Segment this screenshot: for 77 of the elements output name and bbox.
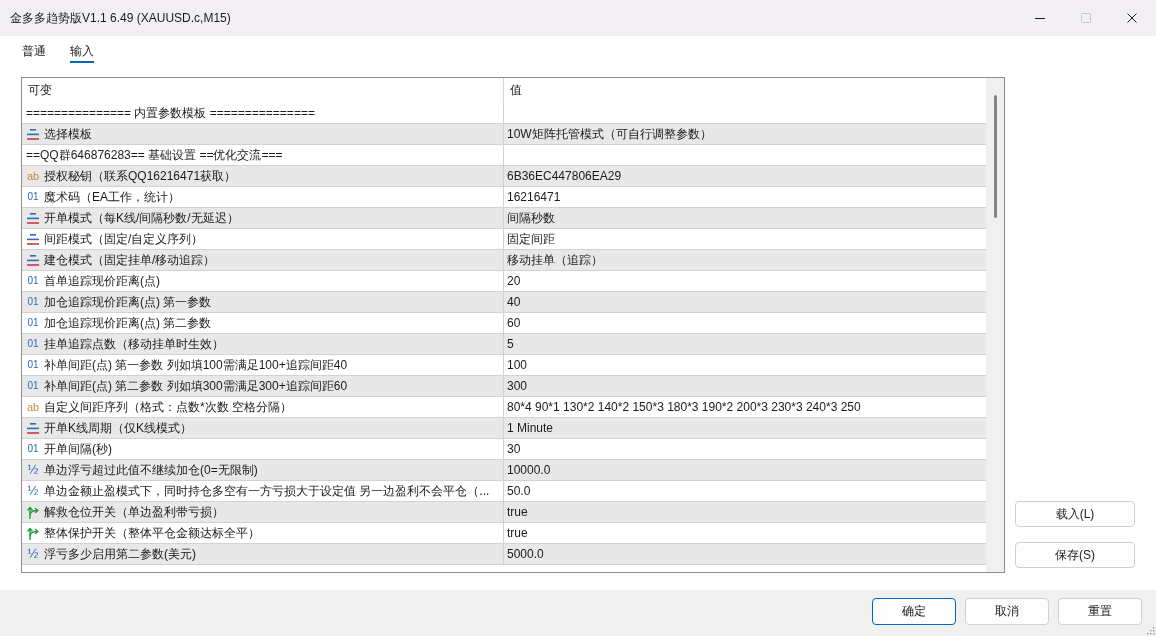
parameter-name: 开单模式（每K线/间隔秒数/无延迟） <box>44 211 239 225</box>
parameter-value: 10W矩阵托管模式（可自行调整参数） <box>507 127 712 141</box>
parameter-name: 加仓追踪现价距离(点) 第一参数 <box>44 295 212 309</box>
tab[interactable]: 普通 <box>22 36 46 63</box>
list-lines-icon <box>27 212 39 224</box>
parameter-value: 5000.0 <box>507 547 544 561</box>
parameter-name: 单边金额止盈模式下，同时持仓多空有一方亏损大于设定值 另一边盈利不会平仓（... <box>44 484 490 498</box>
side-button[interactable]: 保存(S) <box>1015 542 1135 568</box>
parameter-value: 固定间距 <box>507 232 555 246</box>
parameter-name: 自定义间距序列（格式：点数*次数 空格分隔） <box>44 400 292 414</box>
type-glyph: 01 <box>27 380 39 392</box>
type-glyph: ab <box>27 170 39 182</box>
parameter-value: 100 <box>507 358 528 372</box>
parameter-value: true <box>507 526 528 540</box>
type-glyph: ½ <box>27 548 39 560</box>
parameter-value: 40 <box>507 295 521 309</box>
column-header: 值 <box>510 83 522 98</box>
section-heading: ==QQ群646876283== 基础设置 ==优化交流=== <box>26 148 283 162</box>
parameter-name: 补单间距(点) 第二参数 列如填300需满足300+追踪间距60 <box>44 379 348 393</box>
window-title: 金多多趋势版V1.1 6.49 (XAUUSD.c,M15) <box>10 10 231 26</box>
parameter-value: true <box>507 505 528 519</box>
parameter-name: 解救仓位开关（单边盈利带亏损） <box>44 505 224 519</box>
section-heading: =============== 内置参数模板 =============== <box>26 106 315 120</box>
scrollbar-thumb[interactable] <box>993 95 997 218</box>
list-lines-icon <box>27 422 39 434</box>
type-glyph: 01 <box>27 443 39 455</box>
parameter-value: 20 <box>507 274 521 288</box>
minimize-icon[interactable] <box>1035 17 1045 19</box>
tab[interactable]: 输入 <box>70 36 94 63</box>
resize-grip-icon[interactable] <box>1146 626 1155 635</box>
parameter-name: 加仓追踪现价距离(点) 第二参数 <box>44 316 212 330</box>
parameter-name: 整体保护开关（整体平仓金额达标全平） <box>44 526 260 540</box>
parameter-name: 选择模板 <box>44 127 92 141</box>
type-glyph: ½ <box>27 464 39 476</box>
list-lines-icon <box>27 254 39 266</box>
type-glyph: ab <box>27 401 39 413</box>
parameter-value: 5 <box>507 337 514 351</box>
parameter-value: 60 <box>507 316 521 330</box>
parameter-value: 16216471 <box>507 190 561 204</box>
side-button[interactable]: 载入(L) <box>1015 501 1135 527</box>
parameter-value: 6B36EC447806EA29 <box>507 169 622 183</box>
dialog-button[interactable]: 取消 <box>965 598 1049 625</box>
parameter-value: 50.0 <box>507 484 531 498</box>
parameter-value: 80*4 90*1 130*2 140*2 150*3 180*3 190*2 200*3 230*3 240*3 250 <box>507 400 861 414</box>
dialog-button[interactable]: 确定 <box>872 598 956 625</box>
parameter-name: 授权秘钥（联系QQ16216471获取） <box>44 169 237 183</box>
scrollbar[interactable] <box>986 78 1004 572</box>
parameter-value: 10000.0 <box>507 463 551 477</box>
parameter-name: 开单K线周期（仅K线模式） <box>44 421 192 435</box>
dialog-button[interactable]: 重置 <box>1058 598 1142 625</box>
type-glyph: ½ <box>27 485 39 497</box>
type-glyph: 01 <box>27 338 39 350</box>
list-lines-icon <box>27 233 39 245</box>
parameter-name: 建仓模式（固定挂单/移动追踪） <box>44 253 216 267</box>
parameter-value: 30 <box>507 442 521 456</box>
type-glyph: 01 <box>27 317 39 329</box>
type-glyph: 01 <box>27 275 39 287</box>
branch-arrow-icon <box>27 505 39 519</box>
parameter-name: 魔术码（EA工作，统计） <box>44 190 180 204</box>
parameter-name: 开单间隔(秒) <box>44 442 112 456</box>
parameter-name: 首单追踪现价距离(点) <box>44 274 160 288</box>
column-header: 可变 <box>28 83 52 98</box>
type-glyph: 01 <box>27 296 39 308</box>
list-lines-icon <box>27 128 39 140</box>
parameter-name: 单边浮亏超过此值不继续加仓(0=无限制) <box>44 463 258 477</box>
type-glyph: 01 <box>27 359 39 371</box>
type-glyph: 01 <box>27 191 39 203</box>
parameter-value: 1 Minute <box>507 421 554 435</box>
parameter-value: 间隔秒数 <box>507 211 555 225</box>
parameter-name: 间距模式（固定/自定义序列） <box>44 232 204 246</box>
parameter-name: 浮亏多少启用第二参数(美元) <box>44 547 196 561</box>
parameter-value: 300 <box>507 379 528 393</box>
branch-arrow-icon <box>27 526 39 540</box>
parameter-name: 挂单追踪点数（移动挂单时生效） <box>44 337 224 351</box>
close-icon[interactable] <box>1127 13 1137 23</box>
parameter-name: 补单间距(点) 第一参数 列如填100需满足100+追踪间距40 <box>44 358 348 372</box>
parameter-value: 移动挂单（追踪） <box>507 253 603 267</box>
